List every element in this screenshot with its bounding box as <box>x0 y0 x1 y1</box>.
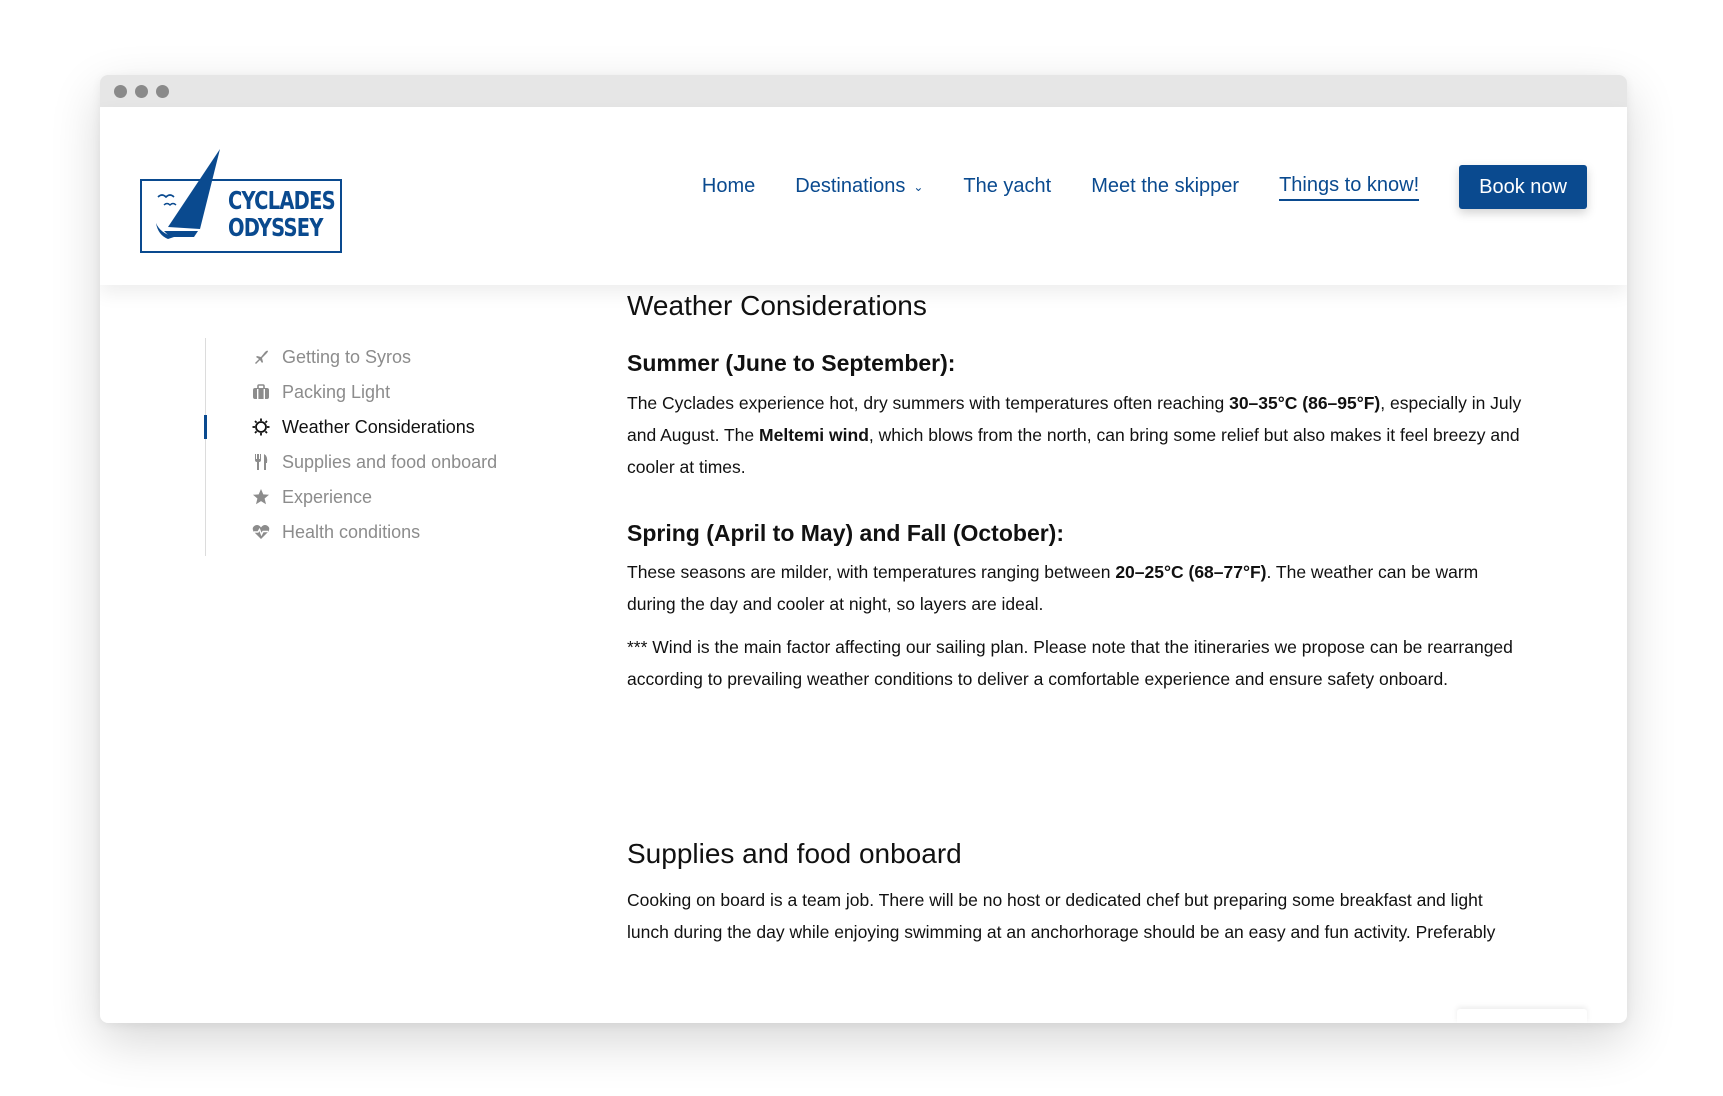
spring-fall-heading: Spring (April to May) and Fall (October)… <box>627 520 1064 546</box>
nav-things-to-know-label: Things to know! <box>1279 173 1420 196</box>
nav-destinations-label: Destinations <box>795 174 906 197</box>
sailboat-logo-icon <box>156 149 220 239</box>
sidebar-item-label: Health conditions <box>282 521 421 542</box>
window-dot-maximize[interactable] <box>156 84 169 98</box>
sidebar-item-supplies-and-food[interactable]: Supplies and food onboard <box>206 443 536 481</box>
sidebar-item-getting-to-syros[interactable]: Getting to Syros <box>206 338 536 376</box>
chevron-down-icon: ⌄ <box>913 180 924 194</box>
plane-icon <box>250 346 272 368</box>
meltemi-wind-term: Meltemi wind <box>759 425 869 445</box>
browser-window: CYCLADES ODYSSEY Home Destinations ⌄ The … <box>100 75 1627 1023</box>
wind-note-paragraph: *** Wind is the main factor affecting ou… <box>627 637 1513 689</box>
nav-destinations[interactable]: Destinations ⌄ <box>795 175 923 200</box>
nav-the-yacht[interactable]: The yacht <box>963 175 1051 200</box>
summer-text-1: The Cyclades experience hot, dry summers… <box>627 393 1230 413</box>
book-now-button[interactable]: Book now <box>1459 165 1587 209</box>
sidebar-item-weather-considerations[interactable]: Weather Considerations <box>204 408 536 446</box>
sun-icon <box>250 416 272 438</box>
nav-home[interactable]: Home <box>702 175 755 200</box>
sidebar-item-label: Experience <box>282 486 373 507</box>
main-nav: Home Destinations ⌄ The yacht Meet the sk… <box>662 165 1587 209</box>
sidebar-item-label: Supplies and food onboard <box>282 451 498 472</box>
site-logo[interactable]: CYCLADES ODYSSEY <box>140 147 342 253</box>
window-titlebar <box>100 75 1627 107</box>
summer-paragraph: The Cyclades experience hot, dry summers… <box>627 387 1527 483</box>
spring-temp-range: 20–25°C (68–77°F) <box>1115 562 1267 582</box>
logo-line-1: CYCLADES <box>228 186 336 215</box>
sidebar-item-experience[interactable]: Experience <box>206 478 536 516</box>
window-dot-close[interactable] <box>114 84 127 98</box>
supplies-section-title: Supplies and food onboard <box>627 838 962 869</box>
logo-line-2: ODYSSEY <box>228 213 323 242</box>
nav-home-label: Home <box>701 174 756 197</box>
window-dot-minimize[interactable] <box>135 84 148 98</box>
nav-meet-the-skipper-label: Meet the skipper <box>1091 174 1240 197</box>
heartbeat-icon <box>250 521 272 543</box>
summer-temp-range: 30–35°C (86–95°F) <box>1229 393 1381 413</box>
spring-text-1: These seasons are milder, with temperatu… <box>627 562 1116 582</box>
site-header: CYCLADES ODYSSEY Home Destinations ⌄ The … <box>100 107 1627 285</box>
utensils-icon <box>250 451 272 473</box>
nav-things-to-know[interactable]: Things to know! <box>1279 173 1420 201</box>
floating-widget-edge[interactable] <box>1457 1009 1587 1023</box>
suitcase-icon <box>250 381 272 403</box>
sidebar-item-label: Weather Considerations <box>282 416 475 437</box>
weather-section-title: Weather Considerations <box>627 290 927 321</box>
spring-fall-paragraph: These seasons are milder, with temperatu… <box>627 556 1527 620</box>
logo-wordmark: CYCLADES ODYSSEY <box>228 186 336 242</box>
nav-the-yacht-label: The yacht <box>963 174 1052 197</box>
star-icon <box>250 486 272 508</box>
topic-sidebar: Getting to Syros Packing Light Weather C… <box>204 338 536 556</box>
sidebar-item-label: Getting to Syros <box>282 346 412 367</box>
sidebar-item-label: Packing Light <box>282 381 391 402</box>
nav-meet-the-skipper[interactable]: Meet the skipper <box>1091 175 1239 200</box>
sidebar-item-packing-light[interactable]: Packing Light <box>206 373 536 411</box>
sidebar-item-health-conditions[interactable]: Health conditions <box>206 513 536 551</box>
summer-heading: Summer (June to September): <box>627 350 956 376</box>
supplies-paragraph: Cooking on board is a team job. There wi… <box>627 890 1496 942</box>
